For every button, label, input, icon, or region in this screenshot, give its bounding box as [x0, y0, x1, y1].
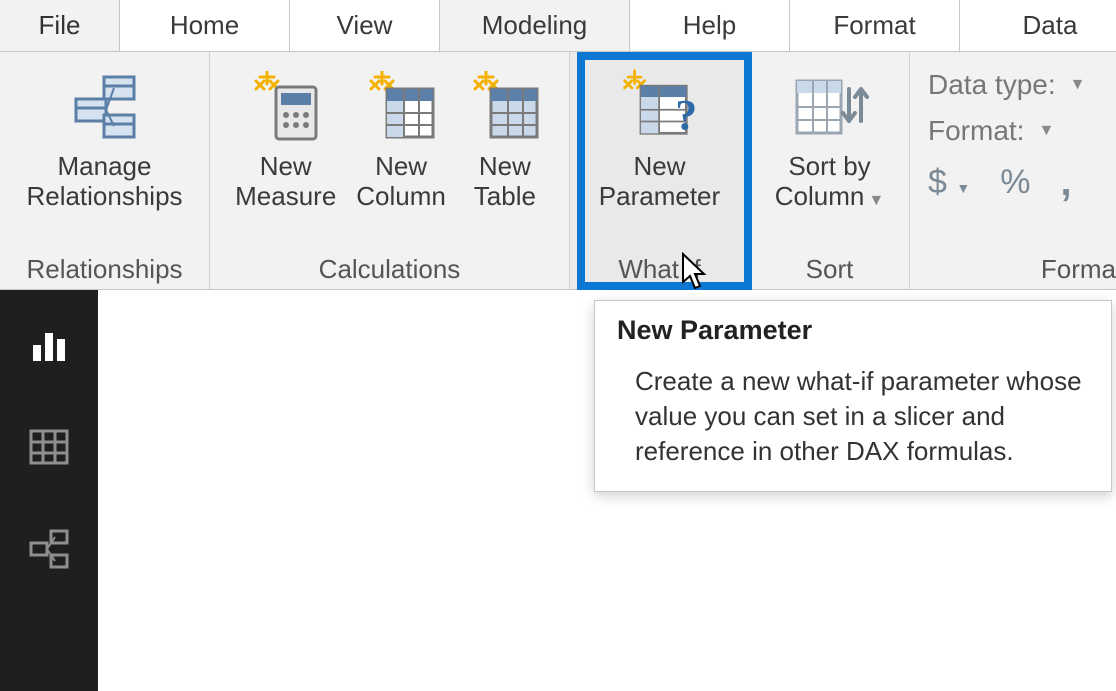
- button-label: Sort by: [788, 152, 870, 182]
- button-label: New: [633, 152, 685, 182]
- group-sort: Sort by Column▼ Sort: [750, 52, 910, 289]
- report-view-button[interactable]: [26, 322, 72, 368]
- group-label: Calculations: [319, 254, 461, 285]
- button-label: New: [260, 152, 312, 182]
- group-label: What If: [618, 254, 700, 285]
- currency-format-button[interactable]: $ ▼: [928, 163, 970, 202]
- chevron-down-icon: ▼: [956, 180, 970, 196]
- new-parameter-button[interactable]: ? New Parameter: [585, 64, 735, 216]
- tab-label: Home: [170, 10, 239, 41]
- new-table-button[interactable]: New Table: [460, 64, 550, 216]
- dropdown-label: Format:: [928, 115, 1024, 147]
- tooltip: New Parameter Create a new what-if param…: [594, 300, 1112, 492]
- tab-label: File: [39, 10, 81, 41]
- tab-home[interactable]: Home: [120, 0, 290, 51]
- button-label: New: [479, 152, 531, 182]
- tab-label: Help: [683, 10, 736, 41]
- dropdown-label: Data type:: [928, 69, 1056, 101]
- calculator-icon: [247, 68, 325, 146]
- tab-label: View: [337, 10, 393, 41]
- thousands-separator-button[interactable]: ,: [1060, 160, 1071, 205]
- table-column-icon: [362, 68, 440, 146]
- menu-bar: File Home View Modeling Help Format Data: [0, 0, 1116, 52]
- chevron-down-icon: ▼: [1070, 76, 1086, 94]
- model-view-button[interactable]: [26, 526, 72, 572]
- button-label: Column▼: [775, 182, 884, 212]
- button-label: Parameter: [599, 182, 720, 212]
- group-calculations: New Measure: [210, 52, 570, 289]
- group-label: Forma: [928, 254, 1116, 285]
- chevron-down-icon: ▼: [1038, 122, 1054, 140]
- group-label: Relationships: [26, 254, 182, 285]
- group-formatting: Data type: ▼ Format: ▼ $ ▼ % , Forma: [910, 52, 1116, 289]
- tab-help[interactable]: Help: [630, 0, 790, 51]
- tooltip-title: New Parameter: [617, 315, 1089, 346]
- button-label: Table: [474, 182, 536, 212]
- svg-text:?: ?: [675, 92, 697, 140]
- relationships-nav-icon: [27, 529, 71, 569]
- tab-file[interactable]: File: [0, 0, 120, 51]
- tab-format[interactable]: Format: [790, 0, 960, 51]
- button-label: New: [375, 152, 427, 182]
- tab-data[interactable]: Data: [960, 0, 1116, 51]
- currency-symbol: $: [928, 163, 947, 201]
- manage-relationships-button[interactable]: Manage Relationships: [10, 64, 200, 216]
- percent-format-button[interactable]: %: [1000, 163, 1030, 202]
- tab-label: Modeling: [482, 10, 588, 41]
- format-dropdown[interactable]: Format: ▼: [928, 108, 1116, 154]
- button-label: Measure: [235, 182, 336, 212]
- group-label: Sort: [806, 254, 854, 285]
- tab-modeling[interactable]: Modeling: [440, 0, 630, 51]
- tooltip-body: Create a new what-if parameter whose val…: [617, 364, 1089, 469]
- table-grid-icon: [29, 429, 69, 465]
- sort-icon: [791, 68, 869, 146]
- tab-label: Data: [1023, 10, 1078, 41]
- data-view-button[interactable]: [26, 424, 72, 470]
- bar-chart-icon: [29, 325, 69, 365]
- chevron-down-icon: ▼: [868, 192, 884, 209]
- table-icon: [466, 68, 544, 146]
- tab-label: Format: [833, 10, 915, 41]
- relationships-icon: [66, 68, 144, 146]
- view-switcher: [0, 290, 98, 691]
- button-label: Relationships: [26, 182, 182, 212]
- parameter-icon: ?: [621, 68, 699, 146]
- sort-by-column-button[interactable]: Sort by Column▼: [760, 64, 900, 216]
- tab-view[interactable]: View: [290, 0, 440, 51]
- button-label: Manage: [58, 152, 152, 182]
- new-column-button[interactable]: New Column: [350, 64, 452, 216]
- ribbon: Manage Relationships Relationships: [0, 52, 1116, 290]
- button-label: Column: [356, 182, 446, 212]
- group-relationships: Manage Relationships Relationships: [0, 52, 210, 289]
- group-whatif: ? New Parameter What If: [570, 52, 750, 289]
- new-measure-button[interactable]: New Measure: [229, 64, 342, 216]
- data-type-dropdown[interactable]: Data type: ▼: [928, 62, 1116, 108]
